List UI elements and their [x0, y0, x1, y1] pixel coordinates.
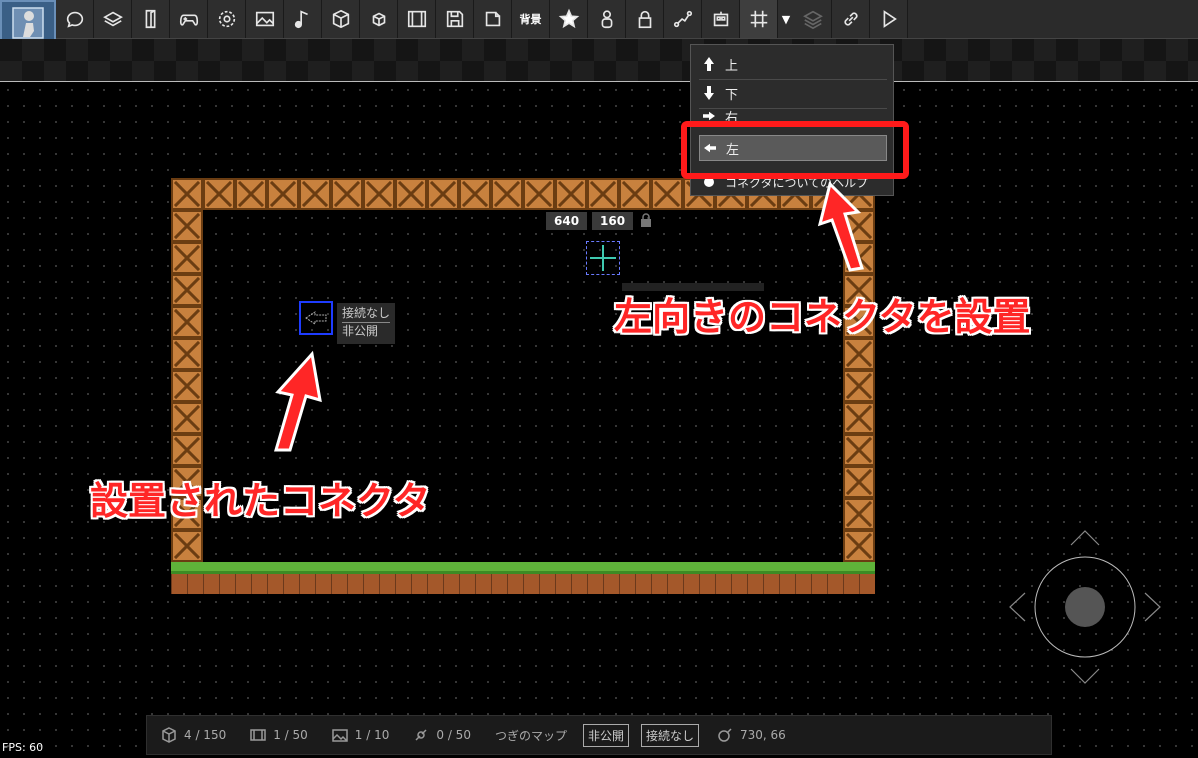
- status-frames: 1 / 50: [250, 727, 308, 743]
- menu-item-label: 下: [725, 87, 739, 103]
- crate-tile: [843, 434, 875, 466]
- crate-tile: [235, 178, 267, 210]
- crate-tile: [171, 338, 203, 370]
- small-cube-icon[interactable]: [360, 0, 398, 38]
- cube-icon: [162, 727, 176, 743]
- save-icon[interactable]: [436, 0, 474, 38]
- status-bar: 4 / 150 1 / 50 1 / 10 0 / 50 つぎのマップ 非公開 …: [146, 715, 1052, 755]
- cursor-target-icon: [718, 728, 732, 742]
- play-icon[interactable]: [870, 0, 908, 38]
- crate-tile: [331, 178, 363, 210]
- status-connections-value: 0 / 50: [436, 728, 471, 742]
- crate-tile: [843, 530, 875, 562]
- door-icon[interactable]: [132, 0, 170, 38]
- connector-tag: 接続なし 非公開: [337, 303, 395, 344]
- status-images-value: 1 / 10: [354, 728, 390, 742]
- crate-tile: [523, 178, 555, 210]
- status-connections: 0 / 50: [413, 727, 471, 743]
- arrow-up-icon: [704, 57, 714, 71]
- crate-tile: [171, 274, 203, 306]
- cube-icon[interactable]: [322, 0, 360, 38]
- arrow-down-icon: [704, 86, 714, 100]
- film-icon[interactable]: [398, 0, 436, 38]
- status-images: 1 / 10: [332, 727, 390, 743]
- crate-tile: [843, 402, 875, 434]
- connection-icon: [415, 729, 427, 741]
- star-icon[interactable]: [550, 0, 588, 38]
- gamepad-icon[interactable]: [170, 0, 208, 38]
- lock-icon[interactable]: [626, 0, 664, 38]
- top-toolbar: 背景 ▼: [0, 0, 1198, 46]
- status-visibility-badge: 非公開: [582, 723, 629, 747]
- crate-tile: [171, 306, 203, 338]
- checker-strip: [0, 39, 1198, 81]
- crate-tile: [843, 370, 875, 402]
- crate-tile: [171, 402, 203, 434]
- layers-icon[interactable]: [94, 0, 132, 38]
- crate-tile: [395, 178, 427, 210]
- crate-tile: [363, 178, 395, 210]
- music-icon[interactable]: [284, 0, 322, 38]
- crate-tile: [171, 178, 203, 210]
- crate-tile: [171, 530, 203, 562]
- small-lock-icon[interactable]: [639, 212, 653, 228]
- annotation-arrow-to-connector: [274, 350, 322, 452]
- film-icon: [250, 729, 266, 741]
- menu-item-down[interactable]: 下: [699, 80, 887, 106]
- status-blocks: 4 / 150: [161, 727, 226, 743]
- person-icon[interactable]: [588, 0, 626, 38]
- crate-tile: [171, 210, 203, 242]
- annotation-arrow-up-right: [817, 181, 864, 272]
- crate-tile: [587, 178, 619, 210]
- crate-tile: [843, 466, 875, 498]
- fps-counter: FPS: 60: [2, 741, 44, 754]
- crate-tile: [619, 178, 651, 210]
- status-blocks-value: 4 / 150: [184, 728, 227, 742]
- connector-status: 接続なし: [342, 305, 390, 323]
- crate-tile: [171, 242, 203, 274]
- background-button[interactable]: 背景: [512, 0, 550, 38]
- image-icon: [332, 729, 348, 742]
- caret-down-icon[interactable]: ▼: [778, 0, 794, 38]
- connector-left-arrow-icon: [305, 311, 327, 325]
- image-icon[interactable]: [246, 0, 284, 38]
- crate-tile: [171, 370, 203, 402]
- connector-visibility: 非公開: [342, 324, 379, 338]
- menu-item-up[interactable]: 上: [699, 51, 887, 77]
- crate-tile: [843, 338, 875, 370]
- virtual-dpad[interactable]: [1005, 525, 1165, 690]
- coord-y-label: 160: [592, 212, 634, 230]
- chat-icon[interactable]: [56, 0, 94, 38]
- crate-tile: [299, 178, 331, 210]
- crate-tile: [491, 178, 523, 210]
- crate-tile: [459, 178, 491, 210]
- gear-icon[interactable]: [208, 0, 246, 38]
- coord-x-label: 640: [546, 212, 588, 230]
- crate-tile: [171, 434, 203, 466]
- stack-icon[interactable]: [794, 0, 832, 38]
- crate-tile: [427, 178, 459, 210]
- robot-icon[interactable]: [702, 0, 740, 38]
- status-cursor-value: 730, 66: [740, 728, 786, 742]
- menu-item-label: 上: [725, 58, 739, 74]
- crate-tile: [843, 498, 875, 530]
- status-next-map: つぎのマップ: [494, 728, 567, 743]
- crate-tile: [267, 178, 299, 210]
- annotation-top-right: 左向きのコネクタを設置: [614, 295, 1031, 339]
- export-icon[interactable]: [474, 0, 512, 38]
- link-icon[interactable]: [832, 0, 870, 38]
- placed-connector[interactable]: [299, 301, 333, 335]
- ground-texture: [171, 574, 875, 594]
- crate-tile: [651, 178, 683, 210]
- route-icon[interactable]: [664, 0, 702, 38]
- placement-cursor: [586, 241, 620, 275]
- crate-tile: [203, 178, 235, 210]
- status-frames-value: 1 / 50: [273, 728, 308, 742]
- grid-icon[interactable]: [740, 0, 778, 38]
- highlight-box: [681, 121, 909, 179]
- crate-tile: [555, 178, 587, 210]
- status-connection-badge: 接続なし: [640, 723, 699, 747]
- status-cursor-pos: 730, 66: [717, 727, 786, 743]
- annotation-bottom-left: 設置されたコネクタ: [90, 479, 431, 523]
